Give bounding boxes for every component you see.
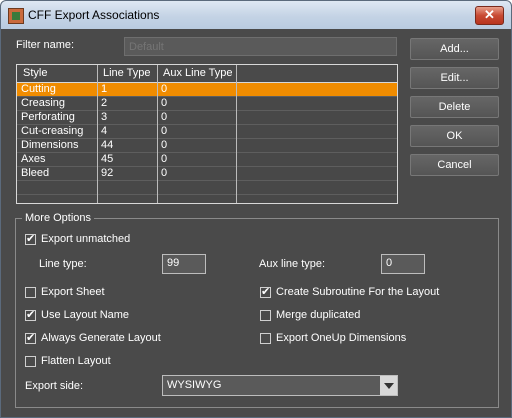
export-unmatched-checkbox[interactable] bbox=[25, 232, 36, 245]
cell-style: Perforating bbox=[21, 111, 75, 123]
cell-style: Cut-creasing bbox=[21, 125, 84, 137]
delete-button[interactable]: Delete bbox=[410, 96, 499, 118]
edit-button[interactable]: Edit... bbox=[410, 67, 499, 89]
export-oneup-dimensions-checkbox[interactable] bbox=[260, 333, 271, 344]
table-row[interactable]: Creasing 2 0 bbox=[17, 97, 397, 111]
export-unmatched-label[interactable]: Export unmatched bbox=[41, 233, 130, 245]
cell-aux-line-type: 0 bbox=[161, 111, 168, 123]
ok-button[interactable]: OK bbox=[410, 125, 499, 147]
cff-export-associations-dialog: CFF Export Associations ✕ Filter name: S… bbox=[0, 0, 512, 418]
flatten-layout-checkbox[interactable] bbox=[25, 356, 36, 367]
cell-aux-line-type: 0 bbox=[161, 139, 168, 151]
table-row[interactable]: Axes 45 0 bbox=[17, 153, 397, 167]
line-type-input[interactable]: 99 bbox=[162, 254, 206, 274]
title-bar: CFF Export Associations ✕ bbox=[1, 1, 511, 29]
column-header-aux-line-type[interactable]: Aux Line Type bbox=[163, 67, 233, 79]
cell-line-type: 92 bbox=[101, 167, 114, 179]
table-row[interactable]: Bleed 92 0 bbox=[17, 167, 397, 181]
export-oneup-dimensions-label[interactable]: Export OneUp Dimensions bbox=[276, 332, 406, 344]
table-row[interactable]: Perforating 3 0 bbox=[17, 111, 397, 125]
table-row[interactable]: Cut-creasing 4 0 bbox=[17, 125, 397, 139]
use-layout-name-checkbox[interactable] bbox=[25, 308, 36, 321]
filter-name-label: Filter name: bbox=[16, 39, 75, 51]
merge-duplicated-label[interactable]: Merge duplicated bbox=[276, 309, 360, 321]
cell-line-type: 44 bbox=[101, 139, 114, 151]
cell-style: Creasing bbox=[21, 97, 66, 109]
cell-line-type: 1 bbox=[101, 83, 108, 95]
column-header-style[interactable]: Style bbox=[23, 67, 47, 79]
cell-line-type: 2 bbox=[101, 97, 108, 109]
export-sheet-checkbox[interactable] bbox=[25, 287, 36, 298]
column-divider bbox=[157, 65, 158, 203]
cell-line-type: 4 bbox=[101, 125, 108, 137]
aux-line-type-label: Aux line type: bbox=[259, 258, 326, 270]
table-row[interactable]: Cutting 1 0 bbox=[17, 83, 397, 97]
cell-aux-line-type: 0 bbox=[161, 167, 168, 179]
aux-line-type-input[interactable]: 0 bbox=[381, 254, 425, 274]
more-options-title: More Options bbox=[22, 212, 95, 224]
filter-name-input[interactable] bbox=[124, 37, 397, 56]
cell-style: Axes bbox=[21, 153, 46, 165]
column-divider bbox=[236, 65, 237, 203]
line-type-label: Line type: bbox=[39, 258, 87, 270]
cell-line-type: 45 bbox=[101, 153, 114, 165]
cell-style: Dimensions bbox=[21, 139, 79, 151]
cell-line-type: 3 bbox=[101, 111, 108, 123]
associations-table[interactable]: Style Line Type Aux Line Type Cutting 1 … bbox=[16, 64, 398, 204]
cell-aux-line-type: 0 bbox=[161, 153, 168, 165]
cancel-button[interactable]: Cancel bbox=[410, 154, 499, 176]
app-icon bbox=[8, 8, 24, 24]
table-row-empty bbox=[17, 181, 397, 195]
table-row[interactable]: Dimensions 44 0 bbox=[17, 139, 397, 153]
cell-aux-line-type: 0 bbox=[161, 97, 168, 109]
export-side-value: WYSIWYG bbox=[167, 379, 222, 391]
export-sheet-label[interactable]: Export Sheet bbox=[41, 286, 105, 298]
column-header-line-type[interactable]: Line Type bbox=[103, 67, 151, 79]
cell-style: Bleed bbox=[21, 167, 50, 179]
create-subroutine-label[interactable]: Create Subroutine For the Layout bbox=[276, 286, 439, 298]
export-side-label: Export side: bbox=[25, 380, 84, 392]
cell-aux-line-type: 0 bbox=[161, 83, 168, 95]
chevron-down-icon[interactable] bbox=[380, 376, 397, 395]
column-divider bbox=[97, 65, 98, 203]
always-generate-layout-label[interactable]: Always Generate Layout bbox=[41, 332, 161, 344]
export-side-select[interactable]: WYSIWYG bbox=[162, 375, 398, 396]
window-title: CFF Export Associations bbox=[28, 8, 160, 22]
use-layout-name-label[interactable]: Use Layout Name bbox=[41, 309, 129, 321]
always-generate-layout-checkbox[interactable] bbox=[25, 331, 36, 344]
merge-duplicated-checkbox[interactable] bbox=[260, 310, 271, 321]
add-button[interactable]: Add... bbox=[410, 38, 499, 60]
create-subroutine-checkbox[interactable] bbox=[260, 285, 271, 298]
cell-style: Cutting bbox=[21, 83, 56, 95]
cell-aux-line-type: 0 bbox=[161, 125, 168, 137]
flatten-layout-label[interactable]: Flatten Layout bbox=[41, 355, 111, 367]
close-button[interactable]: ✕ bbox=[475, 6, 504, 25]
table-header: Style Line Type Aux Line Type bbox=[17, 65, 397, 83]
